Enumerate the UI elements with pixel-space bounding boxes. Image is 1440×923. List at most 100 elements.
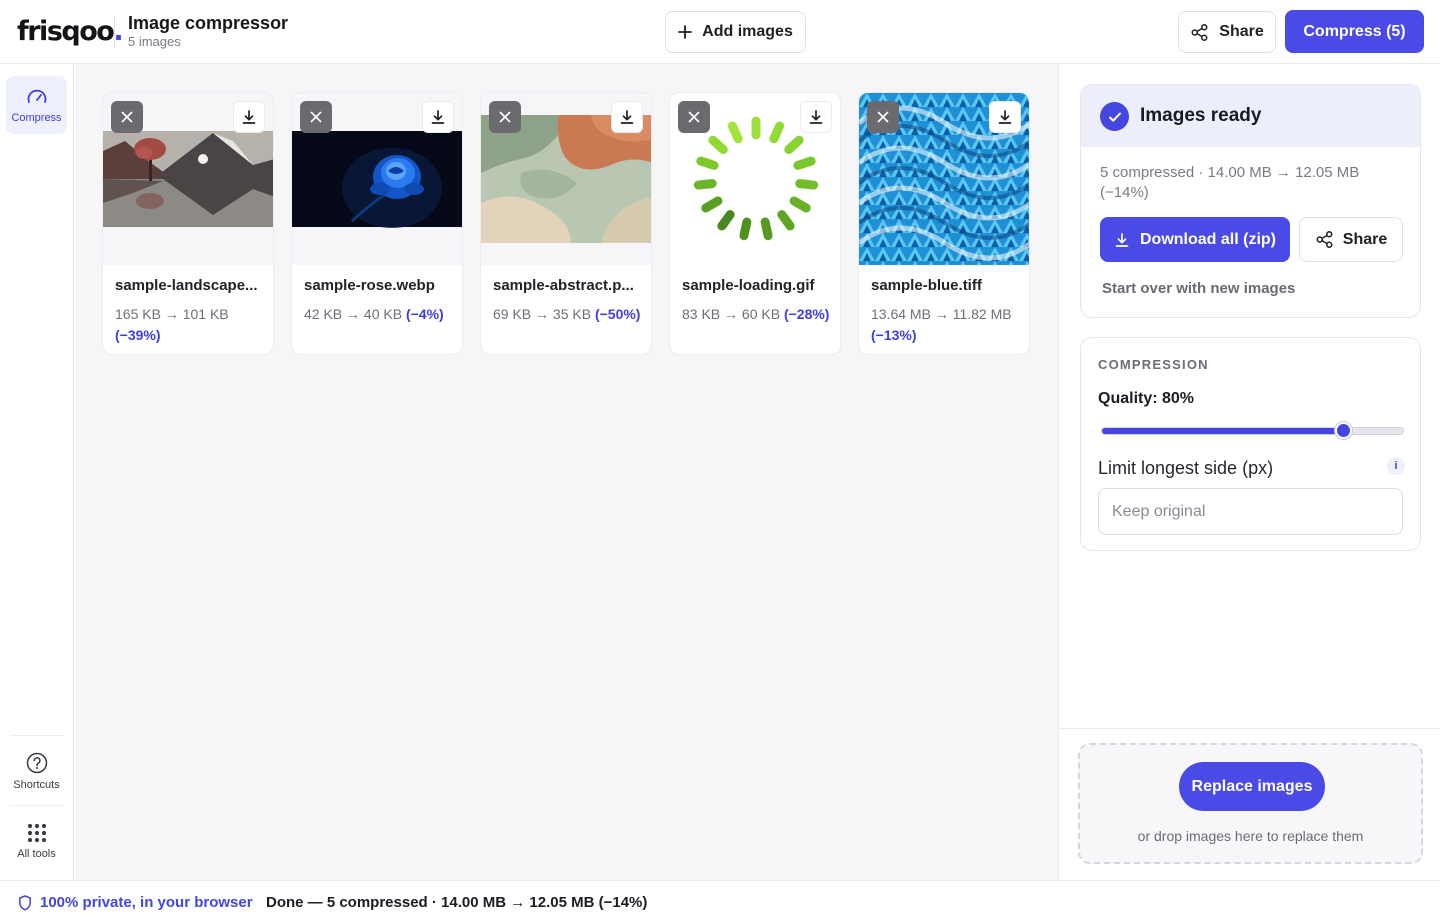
download-image-button[interactable] xyxy=(800,101,832,133)
start-over-link[interactable]: Start over with new images xyxy=(1102,280,1295,297)
image-size-info: 83 KB → 60 KB (−28%) xyxy=(682,306,830,322)
image-card[interactable]: sample-rose.webp 42 KB → 40 KB (−4%) xyxy=(291,92,463,355)
remove-image-button[interactable] xyxy=(111,101,143,133)
logo-text: frisqoo xyxy=(17,16,115,47)
size-before: 83 KB xyxy=(682,306,721,322)
privacy-text: 100% private, in your browser xyxy=(40,894,253,911)
limit-side-label: Limit longest side (px) xyxy=(1098,458,1274,478)
app-logo[interactable]: frisqoo. xyxy=(17,16,124,48)
size-before: 165 KB xyxy=(115,306,161,322)
help-circle-icon xyxy=(26,752,48,774)
download-image-button[interactable] xyxy=(989,101,1021,133)
image-card[interactable]: sample-loading.gif 83 KB → 60 KB (−28%) xyxy=(669,92,841,355)
download-all-button[interactable]: Download all (zip) xyxy=(1100,217,1290,262)
size-after: 11.82 MB xyxy=(952,306,1012,322)
add-images-label: Add images xyxy=(702,23,793,40)
rail-label-all-tools: All tools xyxy=(17,847,56,860)
share-button[interactable]: Share xyxy=(1178,11,1276,53)
download-icon xyxy=(241,109,257,125)
status-text: Done — 5 compressed · 14.00 MB → 12.05 M… xyxy=(266,894,648,911)
share-results-button[interactable]: Share xyxy=(1299,217,1403,262)
image-grid: sample-landscape... 165 KB → 101 KB (−39… xyxy=(75,64,1058,880)
rail-divider xyxy=(10,735,64,736)
image-count: 5 images xyxy=(128,34,181,49)
add-images-button[interactable]: Add images xyxy=(665,11,806,53)
download-image-button[interactable] xyxy=(233,101,265,133)
replace-images-button[interactable]: Replace images xyxy=(1179,762,1325,811)
remove-image-button[interactable] xyxy=(867,101,899,133)
close-icon xyxy=(877,111,889,123)
download-image-button[interactable] xyxy=(611,101,643,133)
image-size-info: 165 KB → 101 KB (−39%) xyxy=(115,306,229,343)
settings-panel: Images ready 5 compressed · 14.00 MB → 1… xyxy=(1058,64,1440,880)
size-after: 60 KB xyxy=(741,306,781,322)
image-filename: sample-landscape... xyxy=(115,277,258,294)
close-icon xyxy=(688,111,700,123)
size-after: 40 KB xyxy=(363,306,403,322)
share-label: Share xyxy=(1219,23,1264,40)
size-reduction: (−50%) xyxy=(594,306,641,322)
results-summary: 5 compressed · 14.00 MB → 12.05 MB (−14%… xyxy=(1100,164,1360,201)
rail-item-compress[interactable]: Compress xyxy=(6,76,67,134)
quality-slider-thumb[interactable] xyxy=(1334,422,1352,439)
image-filename: sample-abstract.p... xyxy=(493,277,634,294)
download-icon xyxy=(619,109,635,125)
share-results-label: Share xyxy=(1342,230,1388,248)
size-reduction: (−39%) xyxy=(115,327,161,343)
download-image-button[interactable] xyxy=(422,101,454,133)
size-before: 42 KB xyxy=(304,306,343,322)
rail-item-all-tools[interactable]: All tools xyxy=(6,812,67,870)
size-reduction: (−13%) xyxy=(871,327,917,343)
results-card: Images ready 5 compressed · 14.00 MB → 1… xyxy=(1080,84,1421,318)
info-icon[interactable]: i xyxy=(1387,457,1405,475)
remove-image-button[interactable] xyxy=(678,101,710,133)
size-reduction: (−28%) xyxy=(783,306,830,322)
rail-label-shortcuts: Shortcuts xyxy=(13,778,60,791)
image-size-info: 13.64 MB → 11.82 MB (−13%) xyxy=(871,306,1012,343)
image-filename: sample-blue.tiff xyxy=(871,277,982,294)
image-size-info: 42 KB → 40 KB (−4%) xyxy=(304,306,444,322)
rail-divider xyxy=(10,805,64,806)
image-card[interactable]: sample-abstract.p... 69 KB → 35 KB (−50%… xyxy=(480,92,652,355)
rail-label-compress: Compress xyxy=(11,111,62,124)
remove-image-button[interactable] xyxy=(489,101,521,133)
compression-settings: COMPRESSION Quality: 80% Limit longest s… xyxy=(1080,337,1421,551)
page-title: Image compressor xyxy=(128,13,289,33)
quality-label: Quality: 80% xyxy=(1098,390,1195,407)
status-bar: 100% private, in your browser Done — 5 c… xyxy=(0,880,1440,923)
download-icon xyxy=(997,109,1013,125)
results-title: Images ready xyxy=(1140,105,1262,126)
close-icon xyxy=(499,111,511,123)
gauge-icon xyxy=(26,87,48,107)
close-icon xyxy=(310,111,322,123)
size-after: 101 KB xyxy=(182,306,229,322)
image-card[interactable]: sample-landscape... 165 KB → 101 KB (−39… xyxy=(102,92,274,355)
size-before: 69 KB xyxy=(493,306,532,322)
image-filename: sample-rose.webp xyxy=(304,277,435,294)
panel-divider xyxy=(1059,728,1440,729)
title-divider xyxy=(114,16,115,48)
replace-dropzone[interactable]: Replace images or drop images here to re… xyxy=(1078,743,1423,864)
limit-side-input[interactable] xyxy=(1098,488,1403,535)
download-all-label: Download all (zip) xyxy=(1140,230,1276,248)
download-icon xyxy=(1114,232,1130,248)
download-icon xyxy=(808,109,824,125)
results-header: Images ready xyxy=(1081,85,1420,147)
size-reduction: (−4%) xyxy=(405,306,444,322)
section-heading: COMPRESSION xyxy=(1098,357,1209,372)
share-icon xyxy=(1190,23,1209,42)
size-after: 35 KB xyxy=(552,306,592,322)
image-size-info: 69 KB → 35 KB (−50%) xyxy=(493,306,641,322)
image-card[interactable]: sample-blue.tiff 13.64 MB → 11.82 MB (−1… xyxy=(858,92,1030,355)
check-icon xyxy=(1100,102,1129,131)
image-filename: sample-loading.gif xyxy=(682,277,815,294)
rail-item-shortcuts[interactable]: Shortcuts xyxy=(6,742,67,800)
close-icon xyxy=(121,111,133,123)
dropzone-hint: or drop images here to replace them xyxy=(1137,828,1364,844)
privacy-note: 100% private, in your browser xyxy=(18,894,253,911)
compress-button[interactable]: Compress (5) xyxy=(1285,10,1424,53)
quality-slider[interactable] xyxy=(1101,427,1404,435)
plus-icon xyxy=(678,25,693,39)
remove-image-button[interactable] xyxy=(300,101,332,133)
quality-slider-fill xyxy=(1102,428,1343,434)
